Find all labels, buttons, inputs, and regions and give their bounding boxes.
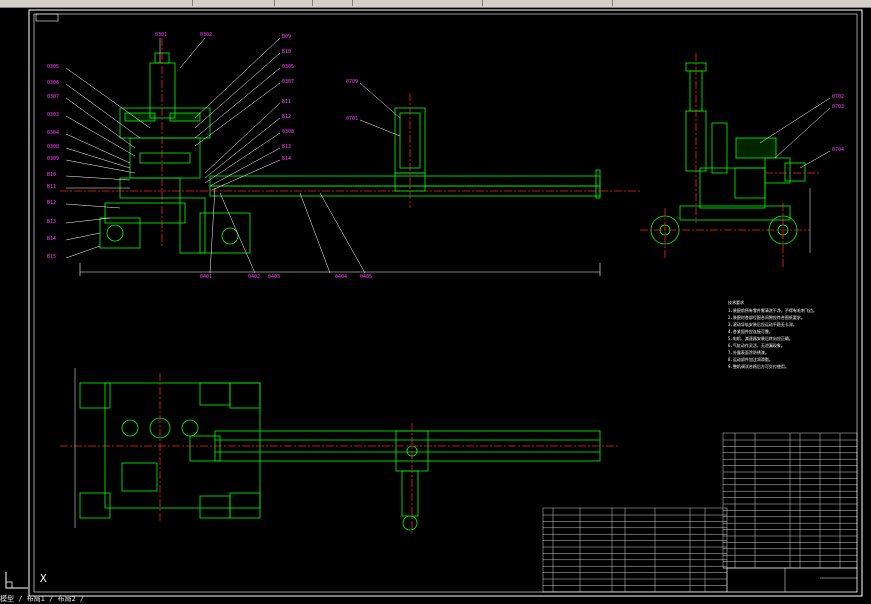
svg-text:0305: 0305	[282, 64, 294, 70]
side-view	[640, 53, 820, 268]
svg-text:B15: B15	[47, 254, 56, 260]
svg-text:0404: 0404	[335, 274, 347, 280]
svg-text:0307: 0307	[282, 79, 294, 85]
toolbar-button[interactable]	[300, 0, 313, 6]
svg-text:4.各紧固件应连接可靠。: 4.各紧固件应连接可靠。	[728, 328, 773, 334]
ucs-axis-label: X	[40, 572, 47, 585]
svg-text:B10: B10	[282, 49, 291, 55]
svg-text:B10: B10	[47, 172, 56, 178]
svg-text:6.气缸动作灵活，无泄漏现象。: 6.气缸动作灵活，无泄漏现象。	[728, 342, 785, 348]
svg-text:0702: 0702	[832, 94, 844, 100]
svg-text:技术要求: 技术要求	[728, 299, 744, 305]
svg-text:8.运动部件加注润滑脂。: 8.运动部件加注润滑脂。	[728, 356, 773, 362]
top-view	[60, 368, 620, 533]
svg-text:B14: B14	[47, 236, 56, 242]
toolbar-button[interactable]	[180, 0, 193, 6]
layout-tabs[interactable]: 模型 / 布局1 / 布局2 /	[0, 594, 871, 604]
svg-text:0704: 0704	[832, 147, 844, 153]
svg-text:0703: 0703	[832, 104, 844, 110]
svg-text:B13: B13	[282, 144, 291, 150]
svg-text:1.装配前所有零件需清洗干净，不得有毛刺飞边。: 1.装配前所有零件需清洗干净，不得有毛刺飞边。	[728, 307, 817, 313]
toolbar-button[interactable]	[470, 0, 483, 6]
svg-text:B12: B12	[47, 200, 56, 206]
svg-text:9.整机调试合格后方可交付使用。: 9.整机调试合格后方可交付使用。	[728, 363, 789, 369]
svg-text:0301: 0301	[155, 32, 167, 38]
svg-text:0303: 0303	[47, 112, 59, 118]
tech-notes: 技术要求 1.装配前所有零件需清洗干净，不得有毛刺飞边。 2.装配时各部位配合间…	[728, 299, 817, 369]
leader-lines	[65, 37, 401, 274]
title-block	[726, 567, 858, 593]
toolbar-button[interactable]	[600, 0, 613, 6]
svg-text:B09: B09	[282, 34, 291, 40]
svg-text:B12: B12	[282, 114, 291, 120]
svg-text:0401: 0401	[200, 274, 212, 280]
svg-text:B11: B11	[47, 184, 56, 190]
svg-text:0308: 0308	[282, 129, 294, 135]
toolbar	[0, 0, 871, 8]
svg-text:7.外露表面涂防锈漆。: 7.外露表面涂防锈漆。	[728, 349, 769, 355]
svg-text:2.装配时各部位配合间隙应符合图纸要求。: 2.装配时各部位配合间隙应符合图纸要求。	[728, 314, 805, 320]
svg-text:B14: B14	[282, 156, 291, 162]
svg-text:0403: 0403	[268, 274, 280, 280]
svg-text:0405: 0405	[360, 274, 372, 280]
svg-text:0701: 0701	[346, 116, 358, 122]
bom-table-frame	[542, 507, 728, 593]
toolbar-button[interactable]	[262, 0, 275, 6]
svg-text:3.滚动导轨安装后应运动平稳无卡滞。: 3.滚动导轨安装后应运动平稳无卡滞。	[728, 321, 797, 327]
ucs-icon	[5, 572, 28, 589]
svg-text:0302: 0302	[200, 32, 212, 38]
svg-text:0304: 0304	[47, 130, 59, 136]
svg-text:0307: 0307	[47, 94, 59, 100]
cad-canvas[interactable]: 0305 0306 0307 0303 0304 0308 0309 B10 B…	[0, 8, 871, 604]
svg-text:0402: 0402	[248, 274, 260, 280]
svg-text:B13: B13	[47, 219, 56, 225]
svg-text:B11: B11	[282, 99, 291, 105]
toolbar-button[interactable]	[340, 0, 353, 6]
front-view	[60, 38, 640, 276]
svg-text:0709: 0709	[346, 79, 358, 85]
part-labels: 0305 0306 0307 0303 0304 0308 0309 B10 B…	[47, 32, 844, 280]
svg-text:0306: 0306	[47, 80, 59, 86]
svg-text:0308: 0308	[47, 144, 59, 150]
tab-box	[35, 13, 59, 22]
svg-text:0305: 0305	[47, 64, 59, 70]
svg-text:0309: 0309	[47, 156, 59, 162]
svg-text:5.电机、减速器安装后转向应正确。: 5.电机、减速器安装后转向应正确。	[728, 335, 793, 341]
